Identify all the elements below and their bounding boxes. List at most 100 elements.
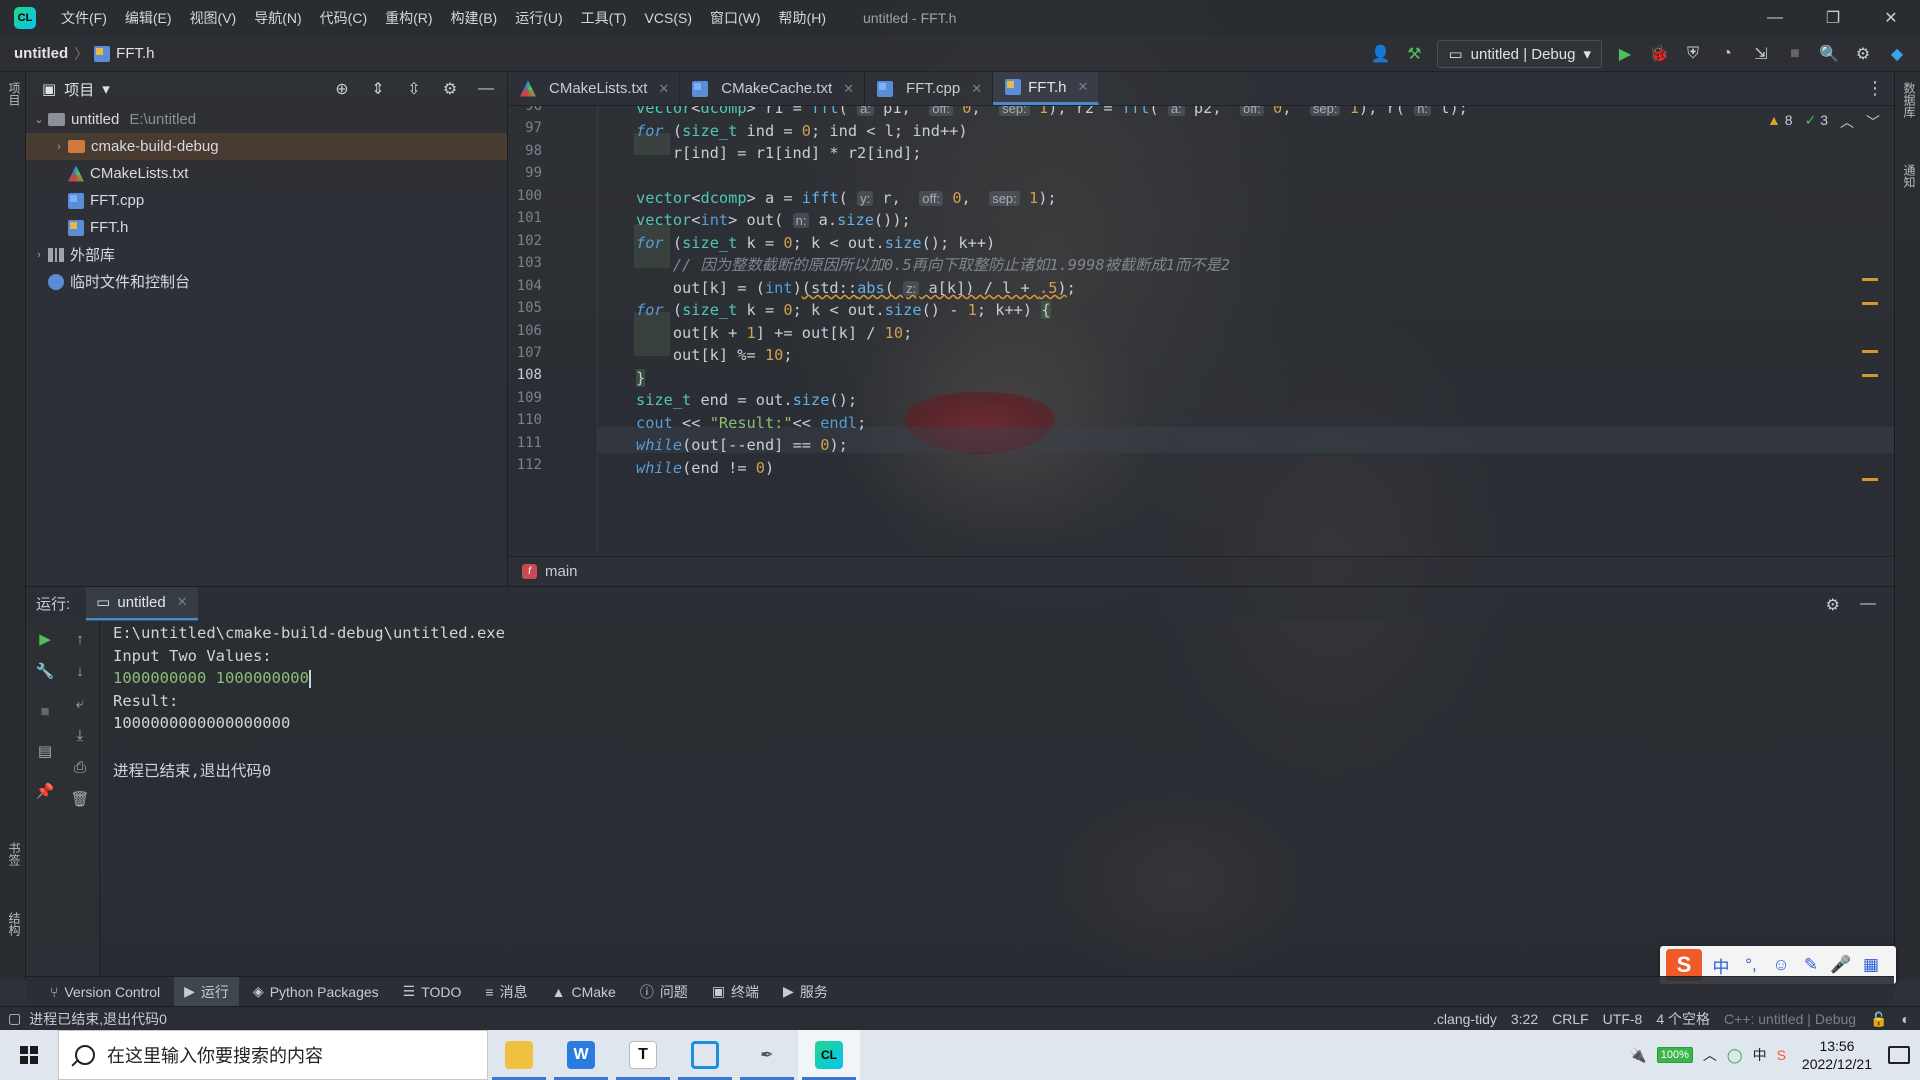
close-button[interactable]: ✕ — [1862, 0, 1920, 36]
warning-stripe[interactable] — [1862, 374, 1878, 377]
line-number[interactable]: 107 — [508, 345, 542, 361]
line-number[interactable]: 102 — [508, 233, 542, 249]
trash-icon[interactable]: 🗑 — [69, 788, 91, 810]
ime-language-indicator[interactable]: 中 — [1753, 1045, 1767, 1065]
line-number[interactable]: 105 — [508, 300, 542, 316]
inspection-widget[interactable]: ▲ 8 ✓ 3 ︿ ﹀ — [1767, 112, 1880, 132]
gear-icon[interactable]: ⚙ — [1826, 595, 1840, 615]
line-number[interactable]: 101 — [508, 210, 542, 226]
menu-item[interactable]: 代码(C) — [311, 0, 376, 36]
chevron-up-icon[interactable]: ︿ — [1703, 1045, 1717, 1065]
toolbox-icon[interactable]: ▦ — [1860, 955, 1882, 975]
chevron-down-icon[interactable]: ▾ — [102, 80, 110, 98]
clock[interactable]: 13:56 2022/12/21 — [1796, 1037, 1878, 1073]
profile-icon[interactable]: ◔ — [1716, 43, 1738, 65]
ime-punctuation-toggle[interactable]: °, — [1740, 955, 1762, 975]
tool-tab[interactable]: ⓘ 问题 — [630, 977, 698, 1007]
taskbar-search[interactable]: 在这里输入你要搜索的内容 — [58, 1030, 488, 1080]
power-plug-icon[interactable]: 🔌 — [1629, 1047, 1646, 1064]
tool-tab[interactable]: ☰ TODO — [393, 977, 472, 1007]
structure-tool-tab[interactable]: 结构 — [3, 912, 23, 936]
tool-tab[interactable]: ⑂ Version Control — [40, 977, 170, 1007]
run-tab[interactable]: ▭ untitled ✕ — [86, 586, 198, 621]
chevron-right-icon[interactable]: › — [30, 249, 48, 261]
minimize-button[interactable]: — — [1746, 0, 1804, 36]
line-number[interactable]: 99 — [508, 165, 542, 181]
line-number[interactable]: 103 — [508, 255, 542, 271]
scroll-to-end-icon[interactable]: ⤓ — [69, 724, 91, 746]
editor-tab[interactable]: CMakeCache.txt ✕ — [680, 72, 866, 105]
line-number[interactable]: 109 — [508, 390, 542, 406]
collapse-all-icon[interactable]: ⇳ — [403, 78, 425, 100]
microphone-icon[interactable]: 🎤 — [1830, 955, 1852, 975]
menu-item[interactable]: 工具(T) — [572, 0, 636, 36]
pin-icon[interactable]: 📌 — [34, 780, 56, 802]
line-number[interactable]: 100 — [508, 188, 542, 204]
tool-tab[interactable]: ≡ 消息 — [475, 977, 537, 1007]
breadcrumb-project[interactable]: untitled — [0, 45, 68, 62]
line-number[interactable]: 108 — [508, 367, 542, 383]
line-number[interactable]: 106 — [508, 323, 542, 339]
battery-indicator[interactable]: 100% — [1656, 1047, 1693, 1063]
warning-stripe[interactable] — [1862, 478, 1878, 481]
down-arrow-icon[interactable]: ↓ — [69, 660, 91, 682]
notifications-tool-tab[interactable]: 通知 — [1898, 164, 1918, 188]
tree-item[interactable]: 临时文件和控制台 — [26, 268, 507, 295]
line-number[interactable]: 110 — [508, 412, 542, 428]
taskbar-app-quill[interactable]: ✒ — [736, 1030, 798, 1080]
taskbar-app-wps[interactable]: W — [550, 1030, 612, 1080]
tool-tab[interactable]: ◈ Python Packages — [243, 977, 389, 1007]
line-number[interactable]: 104 — [508, 278, 542, 294]
run-console[interactable]: E:\untitled\cmake-build-debug\untitled.e… — [100, 620, 1894, 976]
menu-item[interactable]: 导航(N) — [245, 0, 310, 36]
status-panel-icon[interactable]: ▢ — [0, 1010, 29, 1027]
unlock-icon[interactable]: 🔓 — [1870, 1011, 1887, 1028]
line-number[interactable]: 98 — [508, 143, 542, 159]
line-number[interactable]: 111 — [508, 435, 542, 451]
line-number[interactable]: 112 — [508, 457, 542, 473]
search-icon[interactable]: 🔍 — [1818, 43, 1840, 65]
next-highlight-icon[interactable]: ﹀ — [1866, 112, 1880, 132]
caret-position[interactable]: 3:22 — [1511, 1011, 1538, 1027]
previous-highlight-icon[interactable]: ︿ — [1840, 112, 1854, 132]
code-editor[interactable]: 96 97 98 99 100 101 102 103 104 105 106 107 108 109 11… — [508, 106, 1894, 556]
indent-setting[interactable]: 4 个空格 — [1656, 1009, 1710, 1029]
menu-item[interactable]: 窗口(W) — [701, 0, 770, 36]
warning-stripe[interactable] — [1862, 302, 1878, 305]
more-tabs-icon[interactable]: ⋮ — [1866, 78, 1884, 99]
expand-all-icon[interactable]: ⇕ — [367, 78, 389, 100]
tool-tab[interactable]: ▶ 运行 — [174, 976, 239, 1007]
close-icon[interactable]: ✕ — [1077, 79, 1088, 95]
up-arrow-icon[interactable]: ↑ — [69, 628, 91, 650]
warning-count[interactable]: ▲ 8 — [1767, 112, 1793, 132]
emoji-icon[interactable]: ☺ — [1770, 955, 1792, 975]
warning-stripe[interactable] — [1862, 278, 1878, 281]
wechat-icon[interactable]: ◯ — [1727, 1047, 1743, 1064]
stop-icon[interactable]: ■ — [34, 700, 56, 722]
run-icon[interactable]: ▶ — [1614, 43, 1636, 65]
code-breadcrumb-function[interactable]: main — [545, 563, 578, 580]
print-icon[interactable]: ⎙ — [69, 756, 91, 778]
rerun-icon[interactable]: ▶ — [34, 628, 56, 650]
tool-tab[interactable]: ▣ 终端 — [702, 977, 769, 1007]
menu-item[interactable]: 构建(B) — [442, 0, 507, 36]
editor-tab[interactable]: CMakeLists.txt ✕ — [508, 72, 681, 105]
clang-tidy-status[interactable]: .clang-tidy — [1433, 1011, 1497, 1027]
line-number[interactable]: 97 — [508, 120, 542, 136]
close-icon[interactable]: ✕ — [971, 81, 982, 97]
menu-item[interactable]: VCS(S) — [636, 0, 701, 36]
tree-item[interactable]: › cmake-build-debug — [26, 133, 507, 160]
tree-item[interactable]: CMakeLists.txt — [26, 160, 507, 187]
attach-icon[interactable]: ⇲ — [1750, 43, 1772, 65]
project-tool-tab[interactable]: 项目 — [3, 82, 23, 106]
start-button[interactable] — [0, 1030, 58, 1080]
resolve-context[interactable]: C++: untitled | Debug — [1724, 1011, 1856, 1027]
tool-tab[interactable]: ▲ CMake — [542, 977, 626, 1007]
menu-item[interactable]: 重构(R) — [376, 0, 441, 36]
breadcrumb-file[interactable]: FFT.h — [94, 45, 155, 62]
gear-icon[interactable]: ⚙ — [1852, 43, 1874, 65]
handwriting-icon[interactable]: ✎ — [1800, 955, 1822, 975]
user-icon[interactable]: 👤 — [1369, 43, 1391, 65]
tree-item[interactable]: › 外部库 — [26, 241, 507, 268]
close-icon[interactable]: ✕ — [177, 594, 188, 610]
